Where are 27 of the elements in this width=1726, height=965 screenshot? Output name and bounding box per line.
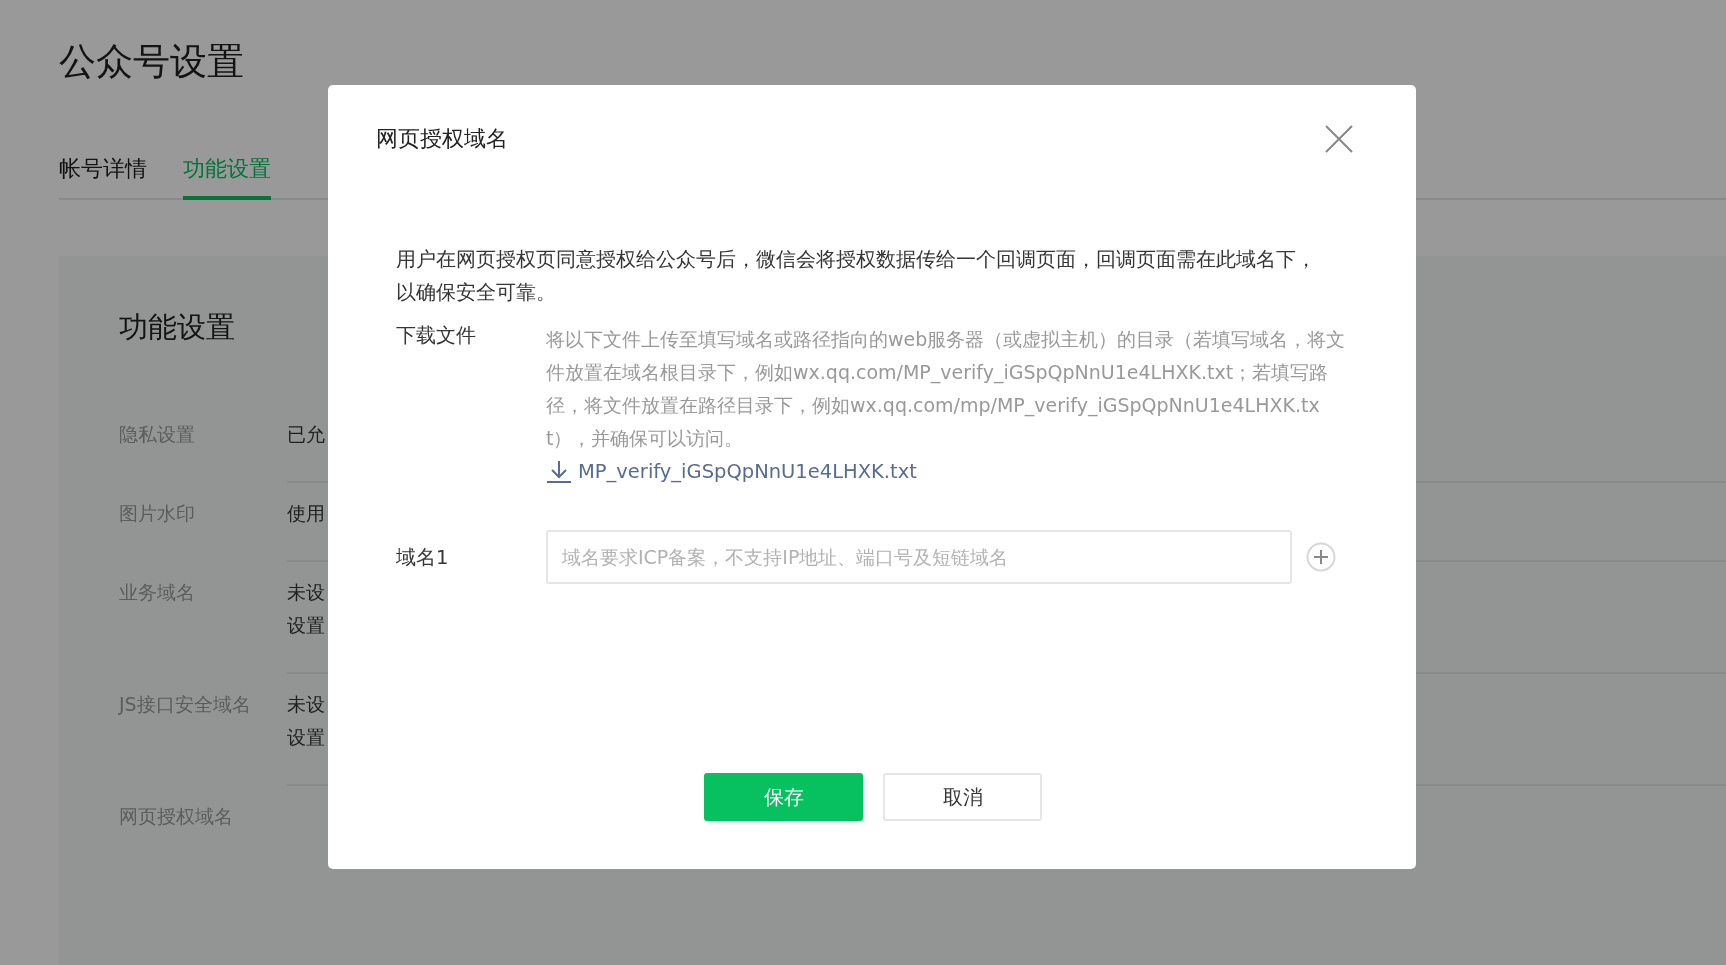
cancel-button[interactable]: 取消 [883,773,1042,821]
setting-label: 业务域名 [119,580,196,605]
close-button[interactable] [1324,124,1354,154]
setting-label: JS接口安全域名 [119,692,252,717]
page-title: 公众号设置 [59,39,244,85]
dialog-title: 网页授权域名 [376,125,508,153]
field-label: 域名1 [396,544,449,571]
section-title: 功能设置 [119,309,235,346]
download-icon [546,459,572,484]
close-icon [1324,124,1354,154]
setting-label: 图片水印 [119,501,196,526]
setting-label: 隐私设置 [119,422,196,447]
setting-value: 未设 [287,580,325,605]
setting-value: 设置 [287,613,325,638]
field-label: 下载文件 [396,323,476,349]
setting-label: 网页授权域名 [119,804,234,829]
dialog-description: 用户在网页授权页同意授权给公众号后，微信会将授权数据传给一个回调页面，回调页面需在此域名下，以确保安全可靠。 [396,247,1317,306]
domain-input[interactable]: 域名要求ICP备案，不支持IP地址、端口号及短链域名 [546,530,1292,584]
setting-value: 未设 [287,692,325,717]
download-instructions: 将以下文件上传至填写域名或路径指向的web服务器（或虚拟主机）的目录（若填写域名，将文件放置在域名根目录下，例如wx.qq.com/MP_verify_iGSpQpNnU1e4LHXK.txt；若填写路径，将文件放置在路径目录下，例如wx.qq.com/mp/MP_verify_iGSpQpNnU1e4LHXK.txt），并确保可以访问。 [546,327,1346,451]
download-link[interactable]: MP_verify_iGSpQpNnU1e4LHXK.txt [546,455,917,488]
setting-value: 已允 [287,422,325,447]
add-button[interactable] [1306,542,1336,572]
tab[interactable]: 帐号详情 [59,154,147,200]
plus-icon [1306,542,1336,572]
setting-value: 设置 [287,725,325,750]
setting-value: 使用 [287,501,325,526]
